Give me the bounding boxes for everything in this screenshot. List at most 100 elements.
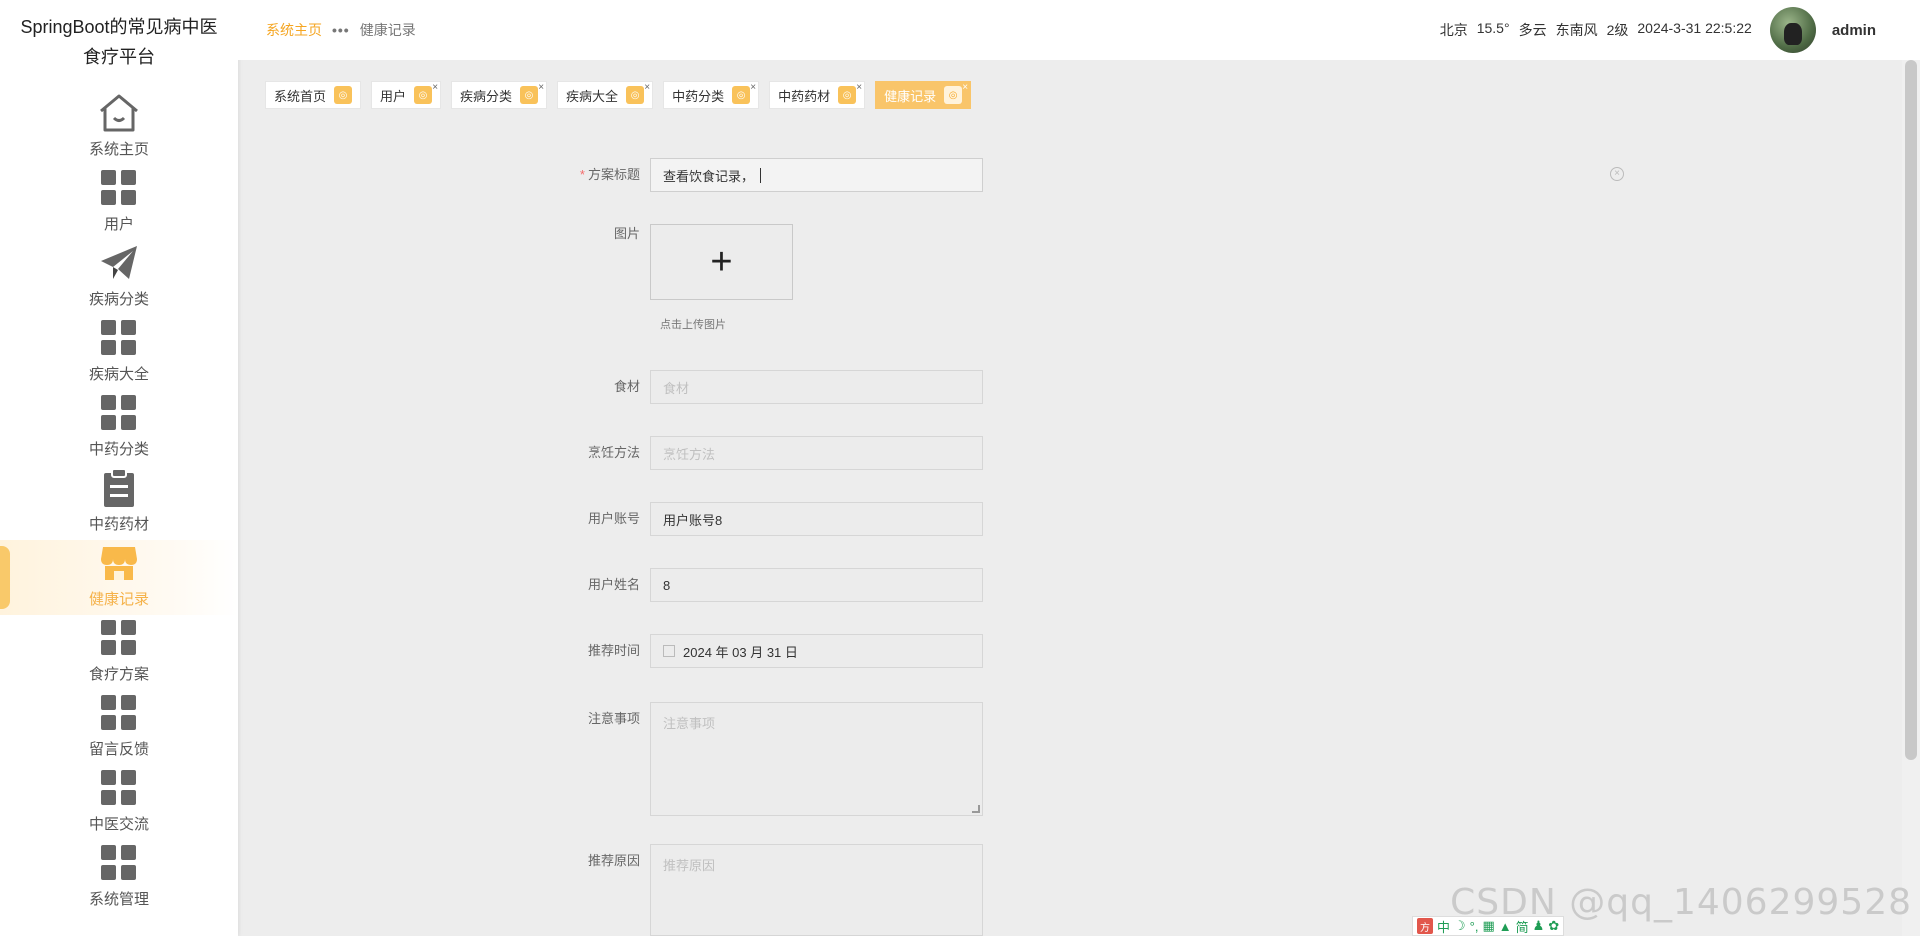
scrollbar[interactable] xyxy=(1902,60,1920,936)
title-input-value: 查看饮食记录， xyxy=(663,168,755,184)
weather-wind-level: 2级 xyxy=(1606,22,1629,38)
tab-refresh-icon[interactable]: ◎ xyxy=(838,86,857,104)
cooking-input[interactable]: 烹饪方法 xyxy=(650,436,983,470)
form-row-reason: 推荐原因 推荐原因 xyxy=(560,844,983,936)
date-picker[interactable]: 2024 年 03 月 31 日 xyxy=(650,634,983,668)
tab-close-icon[interactable]: × xyxy=(432,83,438,93)
text-cursor xyxy=(760,167,762,183)
username[interactable]: admin xyxy=(1832,22,1876,39)
clear-circle-icon[interactable]: × xyxy=(1610,167,1624,181)
sidebar-item-tcm-forum[interactable]: 中医交流 xyxy=(0,765,238,840)
brand-line-1: SpringBoot的常见病中医 xyxy=(20,17,218,37)
sidebar-item-label: 中药分类 xyxy=(88,441,149,458)
tab-close-icon[interactable]: × xyxy=(962,83,968,93)
tab-label: 疾病大全 xyxy=(566,88,619,104)
tab-refresh-icon[interactable]: ◎ xyxy=(944,86,963,104)
tab-close-icon[interactable]: × xyxy=(750,83,756,93)
tab-herbs[interactable]: 中药药材 ◎ × xyxy=(769,81,866,109)
weather-city: 北京 xyxy=(1439,22,1468,38)
sidebar-item-label: 食疗方案 xyxy=(88,666,149,683)
tab-refresh-icon[interactable]: ◎ xyxy=(520,86,539,104)
sidebar-item-diet-plans[interactable]: 食疗方案 xyxy=(0,615,238,690)
ime-logo-icon[interactable]: 方 xyxy=(1417,918,1433,934)
weather-info: 北京 15.5° 多云 东南风 2级 2024-3-31 22:5:22 xyxy=(1440,20,1752,40)
tab-label: 用户 xyxy=(380,88,407,104)
tab-label: 健康记录 xyxy=(884,88,937,104)
tab-refresh-icon[interactable]: ◎ xyxy=(334,86,353,104)
sidebar-item-label: 用户 xyxy=(103,216,134,233)
grid-icon xyxy=(96,390,142,436)
grid-icon xyxy=(96,690,142,736)
tab-users[interactable]: 用户 ◎ × xyxy=(371,81,442,109)
reason-textarea[interactable]: 推荐原因 xyxy=(650,844,983,936)
sidebar-item-users[interactable]: 用户 xyxy=(0,165,238,240)
sidebar-item-disease-category[interactable]: 疾病分类 xyxy=(0,240,238,315)
title-input[interactable]: 查看饮食记录， xyxy=(650,158,983,192)
account-label: 用户账号 xyxy=(587,511,640,526)
breadcrumb-separator: ••• xyxy=(332,22,350,38)
notes-textarea[interactable]: 注意事项 xyxy=(650,702,983,816)
paper-plane-icon xyxy=(96,240,142,286)
tab-label: 中药药材 xyxy=(778,88,831,104)
account-input[interactable]: 用户账号8 xyxy=(650,502,983,536)
top-bar: 系统主页 ••• 健康记录 北京 15.5° 多云 东南风 2级 2024-3-… xyxy=(238,0,1920,60)
name-input[interactable]: 8 xyxy=(650,568,983,602)
header-info: 北京 15.5° 多云 东南风 2级 2024-3-31 22:5:22 adm… xyxy=(1440,7,1876,53)
ingredients-input[interactable]: 食材 xyxy=(650,370,983,404)
form-row-ingredients: 食材 食材 xyxy=(560,370,983,404)
tab-herb-category[interactable]: 中药分类 ◎ × xyxy=(663,81,760,109)
form-row-cooking: 烹饪方法 烹饪方法 xyxy=(560,436,983,470)
tab-refresh-icon[interactable]: ◎ xyxy=(626,86,645,104)
sidebar-item-label: 系统管理 xyxy=(88,891,149,908)
tab-bar: 系统首页 ◎ 用户 ◎ × 疾病分类 ◎ × 疾病大全 ◎ × 中药分类 ◎ ×… xyxy=(265,81,972,109)
sidebar-item-label: 系统主页 xyxy=(88,141,149,158)
tab-home[interactable]: 系统首页 ◎ xyxy=(265,81,362,109)
form-row-notes: 注意事项 注意事项 xyxy=(560,702,983,816)
title-label: * 方案标题 xyxy=(560,158,650,192)
breadcrumb-home[interactable]: 系统主页 xyxy=(266,20,322,40)
image-upload[interactable]: + xyxy=(650,224,793,300)
date-value: 2024 年 03 月 31 日 xyxy=(683,644,798,660)
tab-disease-category[interactable]: 疾病分类 ◎ × xyxy=(451,81,548,109)
notes-placeholder: 注意事项 xyxy=(663,716,716,731)
tab-refresh-icon[interactable]: ◎ xyxy=(732,86,751,104)
sidebar-item-label: 留言反馈 xyxy=(88,741,149,758)
tab-diseases[interactable]: 疾病大全 ◎ × xyxy=(557,81,654,109)
form-row-image: 图片 + xyxy=(560,224,793,300)
sidebar-item-label: 中药药材 xyxy=(88,516,149,533)
ime-chinese-mode[interactable]: 中 xyxy=(1437,917,1450,936)
sidebar-item-home[interactable]: 系统主页 xyxy=(0,90,238,165)
form-row-title: * 方案标题 查看饮食记录， xyxy=(560,158,983,192)
scrollbar-thumb[interactable] xyxy=(1905,60,1917,760)
tab-close-icon[interactable]: × xyxy=(856,83,862,93)
calendar-icon xyxy=(663,645,675,657)
sidebar-item-feedback[interactable]: 留言反馈 xyxy=(0,690,238,765)
form-row-name: 用户姓名 8 xyxy=(560,568,983,602)
reason-placeholder: 推荐原因 xyxy=(663,858,716,873)
sidebar-item-health-records[interactable]: 健康记录 xyxy=(0,540,238,615)
tab-close-icon[interactable]: × xyxy=(644,83,650,93)
sidebar-item-diseases[interactable]: 疾病大全 xyxy=(0,315,238,390)
name-label: 用户姓名 xyxy=(587,577,640,592)
resize-grip-icon[interactable] xyxy=(972,805,980,813)
sidebar-item-herb-category[interactable]: 中药分类 xyxy=(0,390,238,465)
form-row-date: 推荐时间 2024 年 03 月 31 日 xyxy=(560,634,983,668)
tab-label: 疾病分类 xyxy=(460,88,513,104)
tab-label: 中药分类 xyxy=(672,88,725,104)
avatar[interactable] xyxy=(1769,7,1816,53)
grid-icon xyxy=(96,165,142,211)
ingredients-label: 食材 xyxy=(613,379,640,394)
tab-close-icon[interactable]: × xyxy=(538,83,544,93)
date-label: 推荐时间 xyxy=(587,643,640,658)
weather-condition: 多云 xyxy=(1518,22,1547,38)
tab-health-records[interactable]: 健康记录 ◎ × xyxy=(875,81,972,109)
sidebar-item-herbs[interactable]: 中药药材 xyxy=(0,465,238,540)
upload-hint: 点击上传图片 xyxy=(660,319,726,331)
tab-refresh-icon[interactable]: ◎ xyxy=(414,86,433,104)
image-label: 图片 xyxy=(613,226,640,241)
sidebar-item-label: 健康记录 xyxy=(88,591,149,608)
reason-label: 推荐原因 xyxy=(587,853,640,868)
sidebar-item-system-admin[interactable]: 系统管理 xyxy=(0,840,238,915)
weather-wind: 东南风 xyxy=(1555,22,1598,38)
grid-icon xyxy=(96,315,142,361)
